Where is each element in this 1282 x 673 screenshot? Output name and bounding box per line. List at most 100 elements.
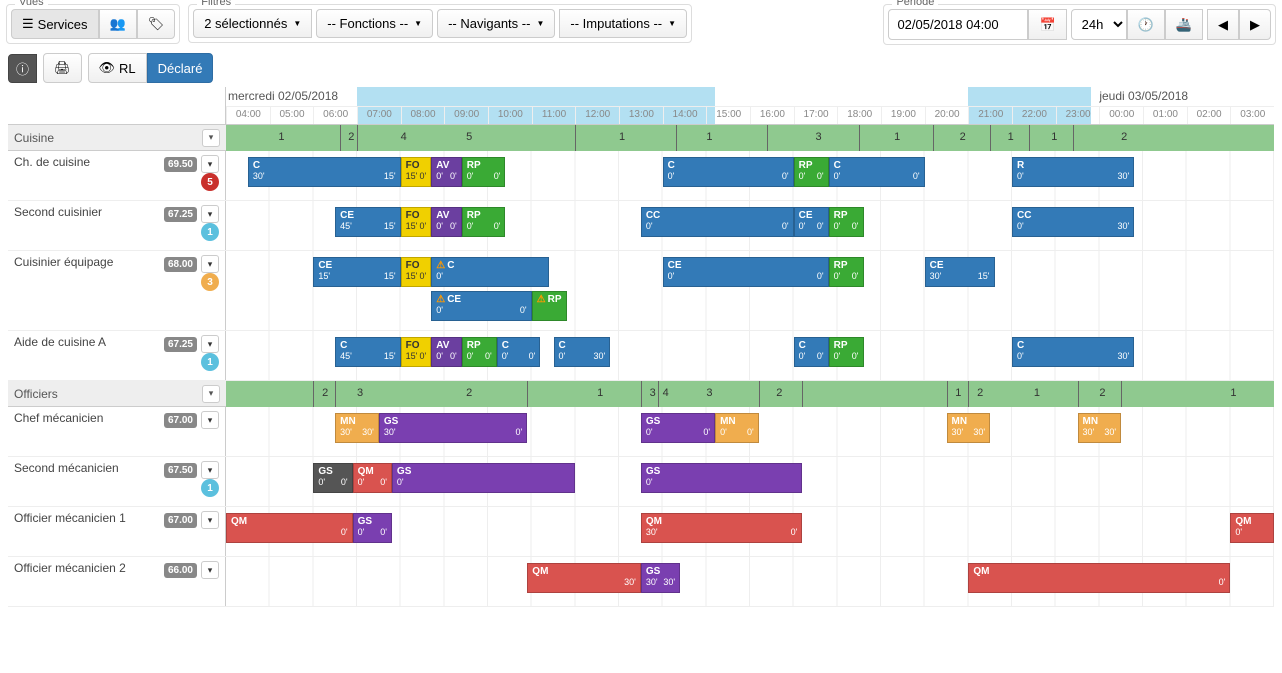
- imputations-dropdown[interactable]: -- Imputations --▼: [559, 9, 687, 38]
- schedule-block[interactable]: RP 0'0': [829, 207, 864, 237]
- section-count: 5: [466, 131, 472, 143]
- schedule-block[interactable]: CC 0'0': [641, 207, 794, 237]
- schedule-block[interactable]: C 0': [431, 257, 549, 287]
- count-badge: 1: [201, 223, 219, 241]
- schedule-block[interactable]: C 30'15': [248, 157, 401, 187]
- section-title: Cuisine ▾: [8, 125, 226, 151]
- declare-button[interactable]: Déclaré: [147, 53, 214, 83]
- section-count: 4: [663, 387, 669, 399]
- schedule-block[interactable]: RP 0'0': [462, 337, 497, 367]
- print-button[interactable]: 🖨: [43, 53, 82, 83]
- schedule-block[interactable]: RP 0'0': [794, 157, 829, 187]
- schedule-block[interactable]: FO 15'0': [401, 157, 432, 187]
- time-header: 08:00: [401, 107, 445, 124]
- role-dropdown[interactable]: ▾: [201, 511, 219, 529]
- print-icon: 🖨: [54, 60, 71, 76]
- services-button[interactable]: ☰ Services: [11, 9, 99, 39]
- time-header: 10:00: [488, 107, 532, 124]
- schedule-block[interactable]: C 0'0': [829, 157, 925, 187]
- schedule-block[interactable]: AV 0'0': [431, 337, 462, 367]
- clock-icon: 🕐: [1138, 17, 1154, 33]
- info-button[interactable]: ⓘ: [8, 54, 37, 83]
- time-header: 03:00: [1230, 107, 1274, 124]
- calendar-button[interactable]: 📅: [1028, 9, 1066, 40]
- schedule-block[interactable]: RP 0'0': [462, 157, 506, 187]
- navigants-dropdown[interactable]: -- Navigants --▼: [437, 9, 555, 38]
- schedule-block[interactable]: C 0'0': [663, 157, 794, 187]
- schedule-block[interactable]: C 0'0': [497, 337, 541, 367]
- fonctions-dropdown[interactable]: -- Fonctions --▼: [316, 9, 433, 38]
- next-button[interactable]: ▶: [1239, 9, 1271, 40]
- section-count: 1: [278, 131, 284, 143]
- schedule-block[interactable]: C 0'30': [554, 337, 611, 367]
- schedule-block[interactable]: RP: [532, 291, 567, 321]
- filtres-panel: Filtres 2 sélectionnés▼ -- Fonctions --▼…: [188, 4, 692, 43]
- schedule-block[interactable]: RP 0'0': [462, 207, 506, 237]
- time-header: 12:00: [575, 107, 619, 124]
- section-summary-bar: 124511312112: [226, 125, 1274, 151]
- section-title: Officiers ▾: [8, 381, 226, 407]
- time-header: 19:00: [881, 107, 925, 124]
- role-dropdown[interactable]: ▾: [201, 255, 219, 273]
- schedule-block[interactable]: QM 0': [968, 563, 1230, 593]
- schedule-block[interactable]: QM 0': [226, 513, 353, 543]
- schedule-block[interactable]: CE 0'0': [794, 207, 829, 237]
- rl-button[interactable]: 👁 RL: [88, 53, 147, 83]
- schedule-block[interactable]: AV 0'0': [431, 207, 462, 237]
- role-dropdown[interactable]: ▾: [201, 461, 219, 479]
- schedule-block[interactable]: GS 0'0': [353, 513, 392, 543]
- schedule-block[interactable]: AV 0'0': [431, 157, 462, 187]
- schedule-block[interactable]: GS 0': [392, 463, 575, 493]
- schedule-block[interactable]: R 0'30': [1012, 157, 1134, 187]
- schedule-block[interactable]: GS 0'0': [641, 413, 715, 443]
- schedule-block[interactable]: FO 15'0': [401, 337, 432, 367]
- role-dropdown[interactable]: ▾: [201, 335, 219, 353]
- schedule-block[interactable]: CC 0'30': [1012, 207, 1134, 237]
- schedule-block[interactable]: MN 0'0': [715, 413, 759, 443]
- schedule-block[interactable]: RP 0'0': [829, 257, 864, 287]
- schedule-block[interactable]: GS 0': [641, 463, 803, 493]
- role-dropdown[interactable]: ▾: [201, 411, 219, 429]
- schedule-block[interactable]: QM 0'0': [353, 463, 392, 493]
- schedule-block[interactable]: QM 30'0': [641, 513, 803, 543]
- section-dropdown[interactable]: ▾: [202, 385, 220, 403]
- schedule-block[interactable]: QM 30': [527, 563, 641, 593]
- schedule-block[interactable]: MN 30'30': [335, 413, 379, 443]
- time-header: 13:00: [619, 107, 663, 124]
- schedule-block[interactable]: C 45'15': [335, 337, 401, 367]
- chevron-right-icon: ▶: [1250, 17, 1260, 33]
- section-dropdown[interactable]: ▾: [202, 129, 220, 147]
- tag-button[interactable]: 🏷: [137, 9, 176, 39]
- group-button[interactable]: 👥: [99, 9, 137, 39]
- time-header: 11:00: [532, 107, 576, 124]
- prev-button[interactable]: ◀: [1207, 9, 1239, 40]
- schedule-block[interactable]: MN 30'30': [947, 413, 991, 443]
- date-input[interactable]: [888, 9, 1028, 40]
- role-dropdown[interactable]: ▾: [201, 155, 219, 173]
- schedule-block[interactable]: GS 0'0': [313, 463, 352, 493]
- role-dropdown[interactable]: ▾: [201, 205, 219, 223]
- section-count: 2: [977, 387, 983, 399]
- schedule-block[interactable]: C 0'30': [1012, 337, 1134, 367]
- schedule-block[interactable]: GS 30'0': [379, 413, 527, 443]
- schedule-block[interactable]: CE 45'15': [335, 207, 401, 237]
- schedule-block[interactable]: C 0'0': [794, 337, 829, 367]
- schedule-block[interactable]: FO 15'0': [401, 257, 432, 287]
- schedule-block[interactable]: CE 0'0': [431, 291, 531, 321]
- schedule-block[interactable]: GS 30'30': [641, 563, 680, 593]
- schedule-block[interactable]: FO 15'0': [401, 207, 432, 237]
- schedule-block[interactable]: CE 0'0': [663, 257, 829, 287]
- schedule-block[interactable]: QM 0': [1230, 513, 1274, 543]
- range-select[interactable]: 24h: [1071, 9, 1127, 40]
- hours-badge: 67.25: [164, 207, 197, 222]
- clock-button[interactable]: 🕐: [1127, 9, 1165, 40]
- time-header: 01:00: [1143, 107, 1187, 124]
- role-dropdown[interactable]: ▾: [201, 561, 219, 579]
- schedule-block[interactable]: CE 30'15': [925, 257, 995, 287]
- section-count: 2: [960, 131, 966, 143]
- schedule-block[interactable]: CE 15'15': [313, 257, 400, 287]
- selection-dropdown[interactable]: 2 sélectionnés▼: [193, 9, 312, 38]
- schedule-block[interactable]: MN 30'30': [1078, 413, 1122, 443]
- schedule-block[interactable]: RP 0'0': [829, 337, 864, 367]
- ship-button[interactable]: 🚢: [1165, 9, 1203, 40]
